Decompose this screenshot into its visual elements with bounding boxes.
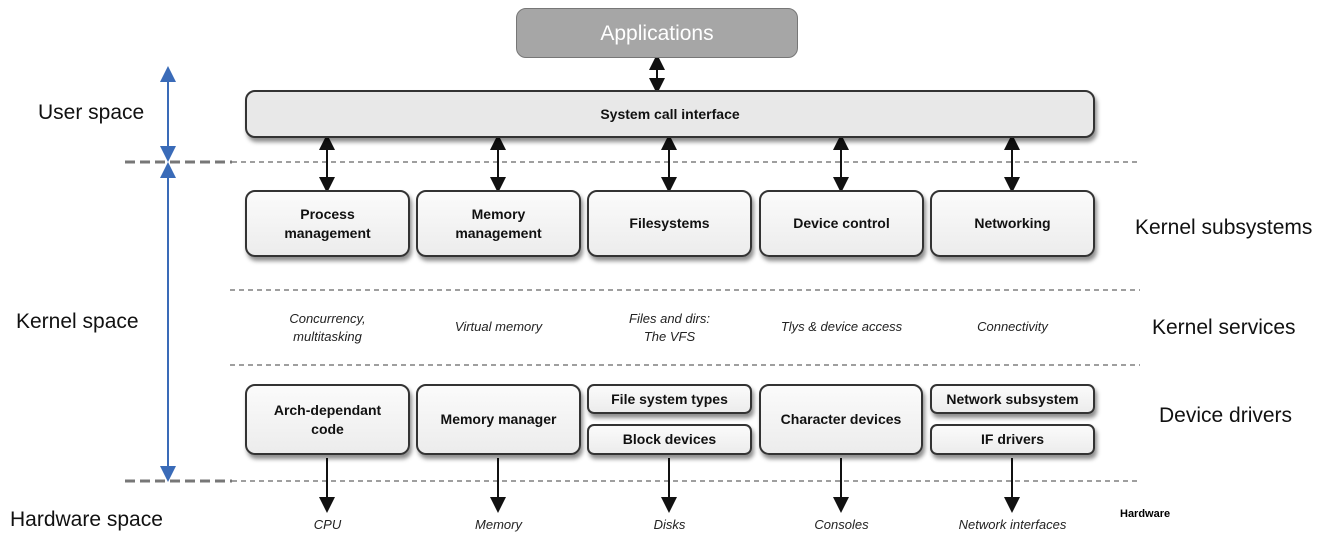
system-call-interface: System call interface <box>245 90 1095 138</box>
label-device-drivers: Device drivers <box>1159 404 1293 427</box>
subsystem-box: Device control <box>759 190 924 257</box>
hardware-label: CPU <box>313 517 342 532</box>
arch-dependant-code-box: Arch-dependant code <box>245 384 410 455</box>
service-label: Tlys & device access <box>780 319 903 334</box>
service-label: Concurrency, multitasking <box>289 311 366 344</box>
applications-box: Applications <box>516 8 798 58</box>
memory-manager-box: Memory manager <box>416 384 581 455</box>
label-user-space: User space <box>38 101 145 124</box>
file-system-types-box: File system types <box>587 384 752 414</box>
service-label: Files and dirs: The VFS <box>629 311 710 344</box>
subsystem-box: Process management <box>245 190 410 257</box>
service-label: Virtual memory <box>454 319 543 334</box>
service-label: Connectivity <box>977 319 1048 334</box>
subsystem-box: Filesystems <box>587 190 752 257</box>
network-subsystem-box: Network subsystem <box>930 384 1095 414</box>
hardware-label: Memory <box>475 517 522 532</box>
subsystem-box: Memory management <box>416 190 581 257</box>
label-kernel-space: Kernel space <box>16 310 139 333</box>
if-drivers-box: IF drivers <box>930 424 1095 455</box>
label-kernel-subsystems: Kernel subsystems <box>1135 216 1313 239</box>
label-hardware: Hardware <box>1120 508 1171 520</box>
hardware-label: Disks <box>653 517 686 532</box>
label-hardware-space: Hardware space <box>10 508 163 531</box>
connectors <box>125 54 1140 513</box>
block-devices-box: Block devices <box>587 424 752 455</box>
subsystem-box: Networking <box>930 190 1095 257</box>
hardware-label: Network interfaces <box>958 517 1067 532</box>
label-kernel-services: Kernel services <box>1152 316 1296 339</box>
hardware-label: Consoles <box>814 517 869 532</box>
character-devices-box: Character devices <box>759 384 923 455</box>
